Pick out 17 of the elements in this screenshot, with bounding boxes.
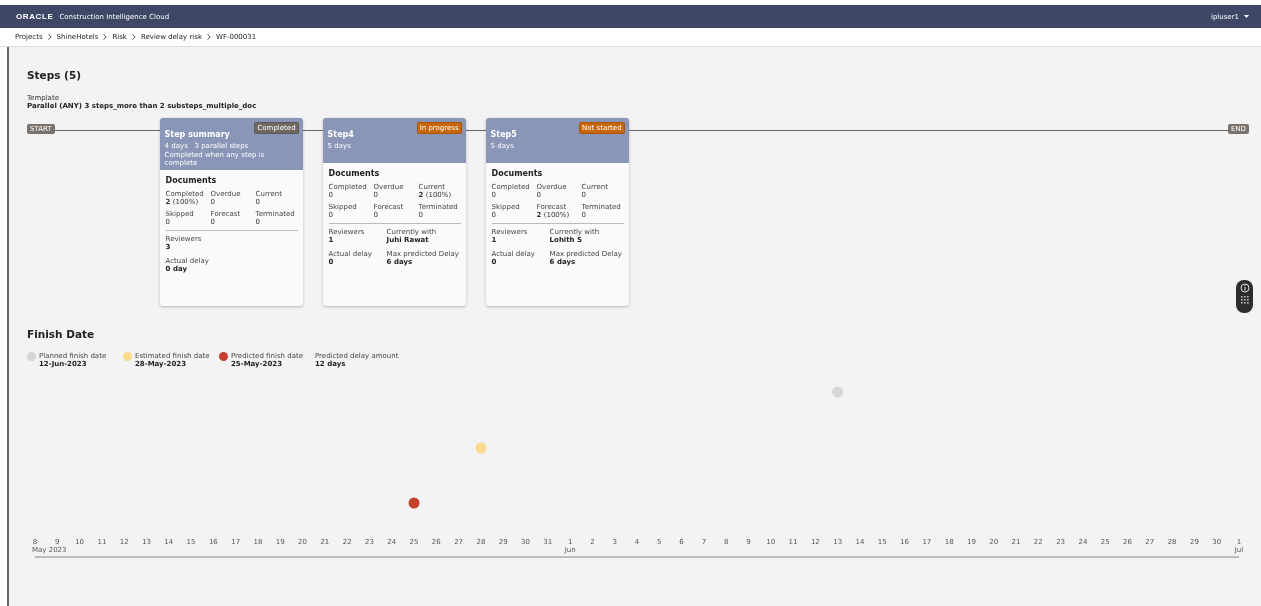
step-title: Step5: [490, 130, 517, 139]
documents-title: Documents: [491, 169, 544, 178]
chevron-icon: [131, 34, 136, 40]
section-title: Steps (5): [27, 69, 83, 81]
step-title: Step summary: [164, 130, 230, 139]
chevron-icon: [47, 34, 52, 40]
assistant-widget[interactable]: [1236, 280, 1253, 313]
brand-logo: ORACLE: [16, 12, 54, 21]
info-icon: [1239, 283, 1250, 293]
chevron-icon: [103, 34, 108, 40]
caret-icon: [1244, 15, 1249, 18]
step-title: Step4: [327, 130, 354, 139]
section-title: Finish Date: [27, 328, 96, 340]
grid-icon: [1240, 296, 1249, 304]
documents-title: Documents: [165, 176, 218, 186]
documents-title: Documents: [328, 169, 381, 178]
chevron-icon: [206, 34, 211, 40]
